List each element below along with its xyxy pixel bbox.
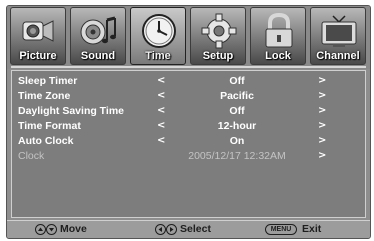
- setting-value: Off: [229, 75, 245, 87]
- camera-icon: [22, 20, 54, 42]
- tab-label: Setup: [202, 50, 234, 62]
- menu-button-icon: MENU: [265, 224, 297, 235]
- setting-label: Time Format: [18, 120, 81, 132]
- tab-picture[interactable]: Picture: [10, 7, 66, 65]
- menu-tab-bar: Picture Sound Time Setup Lock Channel: [7, 6, 370, 69]
- tab-channel[interactable]: Channel: [310, 7, 366, 65]
- clock-icon: [142, 14, 176, 48]
- speaker-music-icon: [80, 16, 116, 45]
- setting-value: 2005/12/17 12:32AM: [188, 150, 286, 162]
- right-arrow-icon[interactable]: >: [318, 105, 326, 116]
- tab-label: Sound: [80, 50, 116, 62]
- right-arrow-icon[interactable]: >: [318, 120, 326, 131]
- tab-label: Picture: [19, 50, 57, 62]
- time-settings-panel: Sleep Timer < Off > Time Zone < Pacific …: [11, 70, 366, 218]
- tab-lock[interactable]: Lock: [250, 7, 306, 65]
- tab-setup[interactable]: Setup: [190, 7, 246, 65]
- up-down-arrows-icon: [35, 224, 57, 235]
- setting-value: On: [229, 135, 245, 147]
- left-arrow-icon[interactable]: <: [157, 120, 165, 131]
- tv-icon: [321, 15, 357, 47]
- left-arrow-icon[interactable]: <: [157, 90, 165, 101]
- right-arrow-icon[interactable]: >: [318, 150, 326, 161]
- setting-row-auto-clock[interactable]: Auto Clock < On >: [12, 135, 365, 149]
- setting-label: Daylight Saving Time: [18, 105, 124, 117]
- setting-row-clock[interactable]: Clock 2005/12/17 12:32AM >: [12, 150, 365, 164]
- setting-label: Time Zone: [18, 90, 71, 102]
- setting-row-daylight-saving[interactable]: Daylight Saving Time < Off >: [12, 105, 365, 119]
- setting-label: Auto Clock: [18, 135, 74, 147]
- exit-hint: Exit: [302, 223, 322, 235]
- right-arrow-icon[interactable]: >: [318, 135, 326, 146]
- tab-label: Lock: [265, 50, 291, 62]
- setting-row-sleep-timer[interactable]: Sleep Timer < Off >: [12, 75, 365, 89]
- left-arrow-icon[interactable]: <: [157, 135, 165, 146]
- setting-value: 12-hour: [217, 120, 257, 132]
- left-arrow-icon[interactable]: <: [157, 75, 165, 86]
- padlock-icon: [265, 12, 293, 48]
- left-arrow-icon[interactable]: <: [157, 105, 165, 116]
- move-hint: Move: [60, 223, 87, 235]
- setting-label: Clock: [18, 150, 45, 162]
- setting-value: Pacific: [220, 90, 254, 102]
- tab-sound[interactable]: Sound: [70, 7, 126, 65]
- right-arrow-icon[interactable]: >: [318, 75, 326, 86]
- tab-time[interactable]: Time: [130, 7, 186, 65]
- tab-label: Channel: [316, 50, 360, 62]
- osd-screen: Picture Sound Time Setup Lock Channel Sl…: [6, 5, 371, 239]
- right-arrow-icon[interactable]: >: [318, 90, 326, 101]
- tab-label: Time: [145, 50, 171, 62]
- help-bar: Move Select MENU Exit: [7, 220, 370, 238]
- gear-icon: [201, 13, 237, 49]
- setting-row-time-format[interactable]: Time Format < 12-hour >: [12, 120, 365, 134]
- setting-value: Off: [229, 105, 245, 117]
- select-hint: Select: [180, 223, 211, 235]
- setting-row-time-zone[interactable]: Time Zone < Pacific >: [12, 90, 365, 104]
- setting-label: Sleep Timer: [18, 75, 78, 87]
- left-right-arrows-icon: [155, 224, 177, 235]
- tab-separator: [11, 66, 366, 68]
